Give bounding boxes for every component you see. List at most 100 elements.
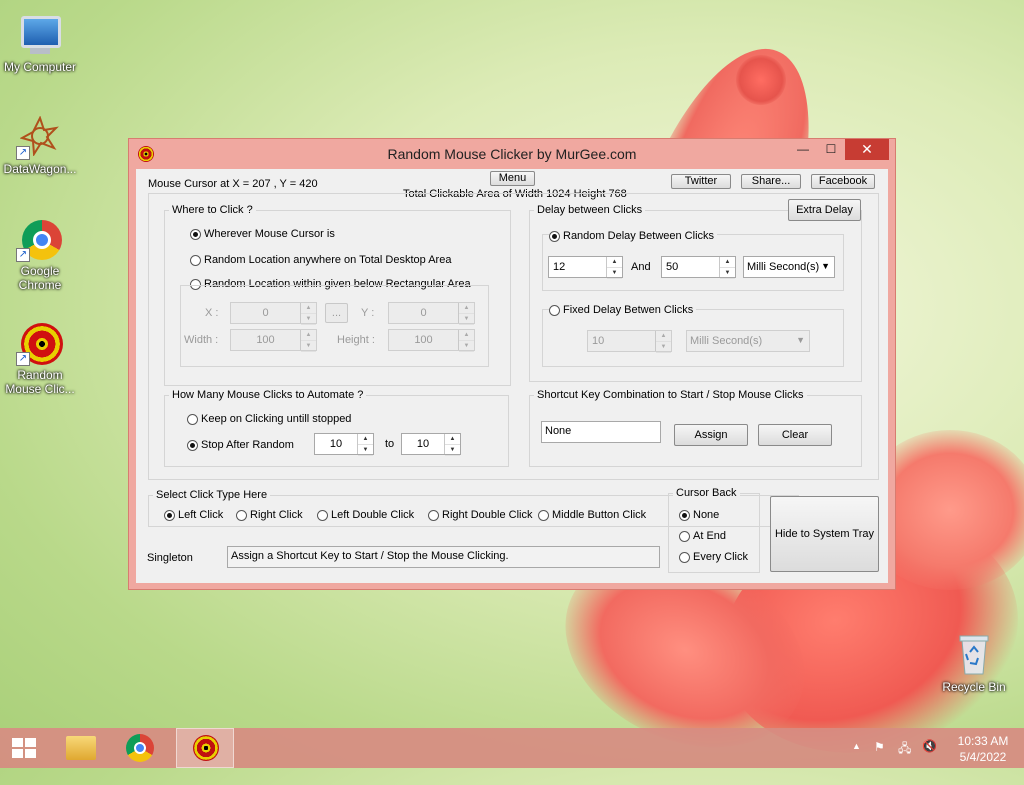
taskbar-random-mouse-clicker[interactable] bbox=[176, 728, 234, 768]
delay-unit-value: Milli Second(s) bbox=[747, 261, 820, 273]
desktop-icon-datawagon[interactable]: ↗ DataWagon... bbox=[0, 112, 80, 176]
spin-up-icon: ▲ bbox=[459, 330, 474, 341]
desktop-icon-my-computer[interactable]: My Computer bbox=[0, 10, 80, 74]
radio-selected-icon bbox=[190, 228, 201, 240]
desktop-icon-label: Google Chrome bbox=[18, 264, 62, 292]
spin-up-icon: ▲ bbox=[607, 257, 622, 268]
menu-button[interactable]: Menu bbox=[490, 171, 535, 186]
desktop-icon-label: DataWagon... bbox=[3, 162, 77, 176]
fixed-delay-stepper[interactable]: 10 ▲ ▼ bbox=[587, 330, 672, 353]
shortcut-title: Shortcut Key Combination to Start / Stop… bbox=[534, 389, 807, 401]
chevron-up-icon[interactable]: ▲ bbox=[852, 741, 861, 751]
pick-area-button[interactable]: ... bbox=[325, 303, 348, 323]
clock-date: 5/4/2022 bbox=[959, 750, 1007, 764]
radio-left-click[interactable]: Left Click bbox=[164, 509, 223, 521]
radio-empty-icon bbox=[679, 551, 690, 563]
spin-up-icon: ▲ bbox=[301, 303, 316, 314]
radio-empty-icon bbox=[679, 530, 690, 542]
radio-cursor-back-every-click[interactable]: Every Click bbox=[679, 551, 748, 563]
facebook-button[interactable]: Facebook bbox=[811, 174, 875, 189]
windows-start-icon[interactable] bbox=[12, 738, 36, 758]
desktop-icon-recycle-bin[interactable]: Recycle Bin bbox=[934, 630, 1014, 694]
clock-time: 10:33 AM bbox=[957, 734, 1009, 748]
radio-label: At End bbox=[693, 530, 727, 542]
radio-wherever-cursor[interactable]: Wherever Mouse Cursor is bbox=[190, 228, 335, 240]
action-center-flag-icon[interactable]: ⚑ bbox=[874, 740, 885, 754]
taskbar-chrome-icon[interactable] bbox=[126, 734, 154, 762]
desktop-icon-random-mouse-clicker[interactable]: ↗ Random Mouse Clic... bbox=[0, 318, 80, 396]
target-icon bbox=[193, 735, 219, 761]
and-label: And bbox=[631, 261, 651, 273]
radio-left-double-click[interactable]: Left Double Click bbox=[317, 509, 414, 521]
radio-middle-button-click[interactable]: Middle Button Click bbox=[538, 509, 646, 521]
width-value: 100 bbox=[256, 334, 275, 346]
radio-label: Left Double Click bbox=[331, 509, 415, 521]
spin-up-icon: ▲ bbox=[656, 331, 671, 342]
fixed-delay-value: 10 bbox=[592, 335, 605, 347]
delay-from-stepper[interactable]: 12 ▲ ▼ bbox=[548, 256, 623, 279]
radio-label: Wherever Mouse Cursor is bbox=[204, 228, 335, 240]
radio-random-delay[interactable]: Random Delay Between Clicks bbox=[549, 230, 718, 242]
count-from-stepper[interactable]: 10 ▲ ▼ bbox=[314, 433, 374, 456]
clock[interactable]: 10:33 AM 5/4/2022 bbox=[948, 733, 1018, 765]
spin-down-icon: ▼ bbox=[301, 341, 316, 352]
count-to-value: 10 bbox=[416, 438, 430, 450]
y-stepper[interactable]: 0 ▲ ▼ bbox=[388, 302, 475, 325]
radio-keep-clicking[interactable]: Keep on Clicking untill stopped bbox=[187, 413, 351, 425]
file-explorer-icon[interactable] bbox=[66, 736, 96, 760]
wallpaper-petal bbox=[736, 55, 786, 105]
radio-right-double-click[interactable]: Right Double Click bbox=[428, 509, 532, 521]
spin-up-icon: ▲ bbox=[445, 434, 460, 445]
to-label: to bbox=[385, 438, 395, 450]
radio-stop-after-random[interactable]: Stop After Random bbox=[187, 439, 294, 451]
radio-cursor-back-none[interactable]: None bbox=[679, 509, 719, 521]
extra-delay-button[interactable]: Extra Delay bbox=[788, 199, 861, 221]
recycle-bin-icon bbox=[950, 630, 998, 678]
radio-fixed-delay[interactable]: Fixed Delay Betwen Clicks bbox=[549, 304, 697, 316]
clear-button[interactable]: Clear bbox=[758, 424, 832, 446]
close-button[interactable]: ✕ bbox=[845, 139, 889, 160]
spin-down-icon: ▼ bbox=[459, 314, 474, 325]
minimize-button[interactable]: — bbox=[789, 139, 817, 160]
radio-random-desktop[interactable]: Random Location anywhere on Total Deskto… bbox=[190, 254, 451, 266]
datawagon-icon: ↗ bbox=[16, 112, 64, 160]
cursor-back-title: Cursor Back bbox=[673, 487, 740, 499]
radio-label: Stop After Random bbox=[201, 439, 294, 451]
shortcut-arrow-icon: ↗ bbox=[16, 146, 30, 160]
delay-unit-select[interactable]: Milli Second(s) ▼ bbox=[743, 256, 835, 278]
computer-icon bbox=[16, 10, 64, 58]
width-stepper[interactable]: 100 ▲ ▼ bbox=[230, 329, 317, 352]
count-to-stepper[interactable]: 10 ▲ ▼ bbox=[401, 433, 461, 456]
maximize-button[interactable]: ☐ bbox=[817, 139, 845, 160]
height-stepper[interactable]: 100 ▲ ▼ bbox=[388, 329, 475, 352]
radio-cursor-back-at-end[interactable]: At End bbox=[679, 530, 726, 542]
delay-to-value: 50 bbox=[666, 261, 679, 273]
shortcut-key-field[interactable]: None bbox=[541, 421, 661, 443]
twitter-button[interactable]: Twitter bbox=[671, 174, 731, 189]
fixed-delay-unit-select[interactable]: Milli Second(s) ▼ bbox=[686, 330, 810, 352]
cursor-position-label: Mouse Cursor at X = 207 , Y = 420 bbox=[148, 178, 318, 190]
radio-label: Fixed Delay Betwen Clicks bbox=[563, 304, 694, 316]
spin-down-icon: ▼ bbox=[607, 268, 622, 279]
assign-button[interactable]: Assign bbox=[674, 424, 748, 446]
delay-to-stepper[interactable]: 50 ▲ ▼ bbox=[661, 256, 736, 279]
desktop-icon-google-chrome[interactable]: ↗ Google Chrome bbox=[0, 214, 80, 292]
radio-selected-icon bbox=[164, 509, 175, 521]
hide-to-system-tray-button[interactable]: Hide to System Tray bbox=[770, 496, 879, 572]
share-button[interactable]: Share... bbox=[741, 174, 801, 189]
radio-empty-icon bbox=[187, 413, 198, 425]
radio-right-click[interactable]: Right Click bbox=[236, 509, 303, 521]
y-label: Y : bbox=[361, 307, 375, 319]
volume-muted-icon[interactable]: 🔇 bbox=[922, 739, 937, 753]
radio-selected-icon bbox=[679, 509, 690, 521]
shortcut-arrow-icon: ↗ bbox=[16, 352, 30, 366]
width-label: Width : bbox=[184, 334, 219, 346]
app-window: Random Mouse Clicker by MurGee.com — ☐ ✕… bbox=[128, 138, 896, 590]
taskbar: ▲ ⚑ 🖧 🔇 10:33 AM 5/4/2022 bbox=[0, 728, 1024, 768]
radio-label: Middle Button Click bbox=[552, 509, 647, 521]
network-icon[interactable]: 🖧 bbox=[898, 739, 911, 760]
click-type-title: Select Click Type Here bbox=[153, 489, 271, 501]
radio-empty-icon bbox=[428, 509, 439, 521]
x-stepper[interactable]: 0 ▲ ▼ bbox=[230, 302, 317, 325]
title-bar[interactable]: Random Mouse Clicker by MurGee.com — ☐ ✕ bbox=[129, 139, 895, 169]
